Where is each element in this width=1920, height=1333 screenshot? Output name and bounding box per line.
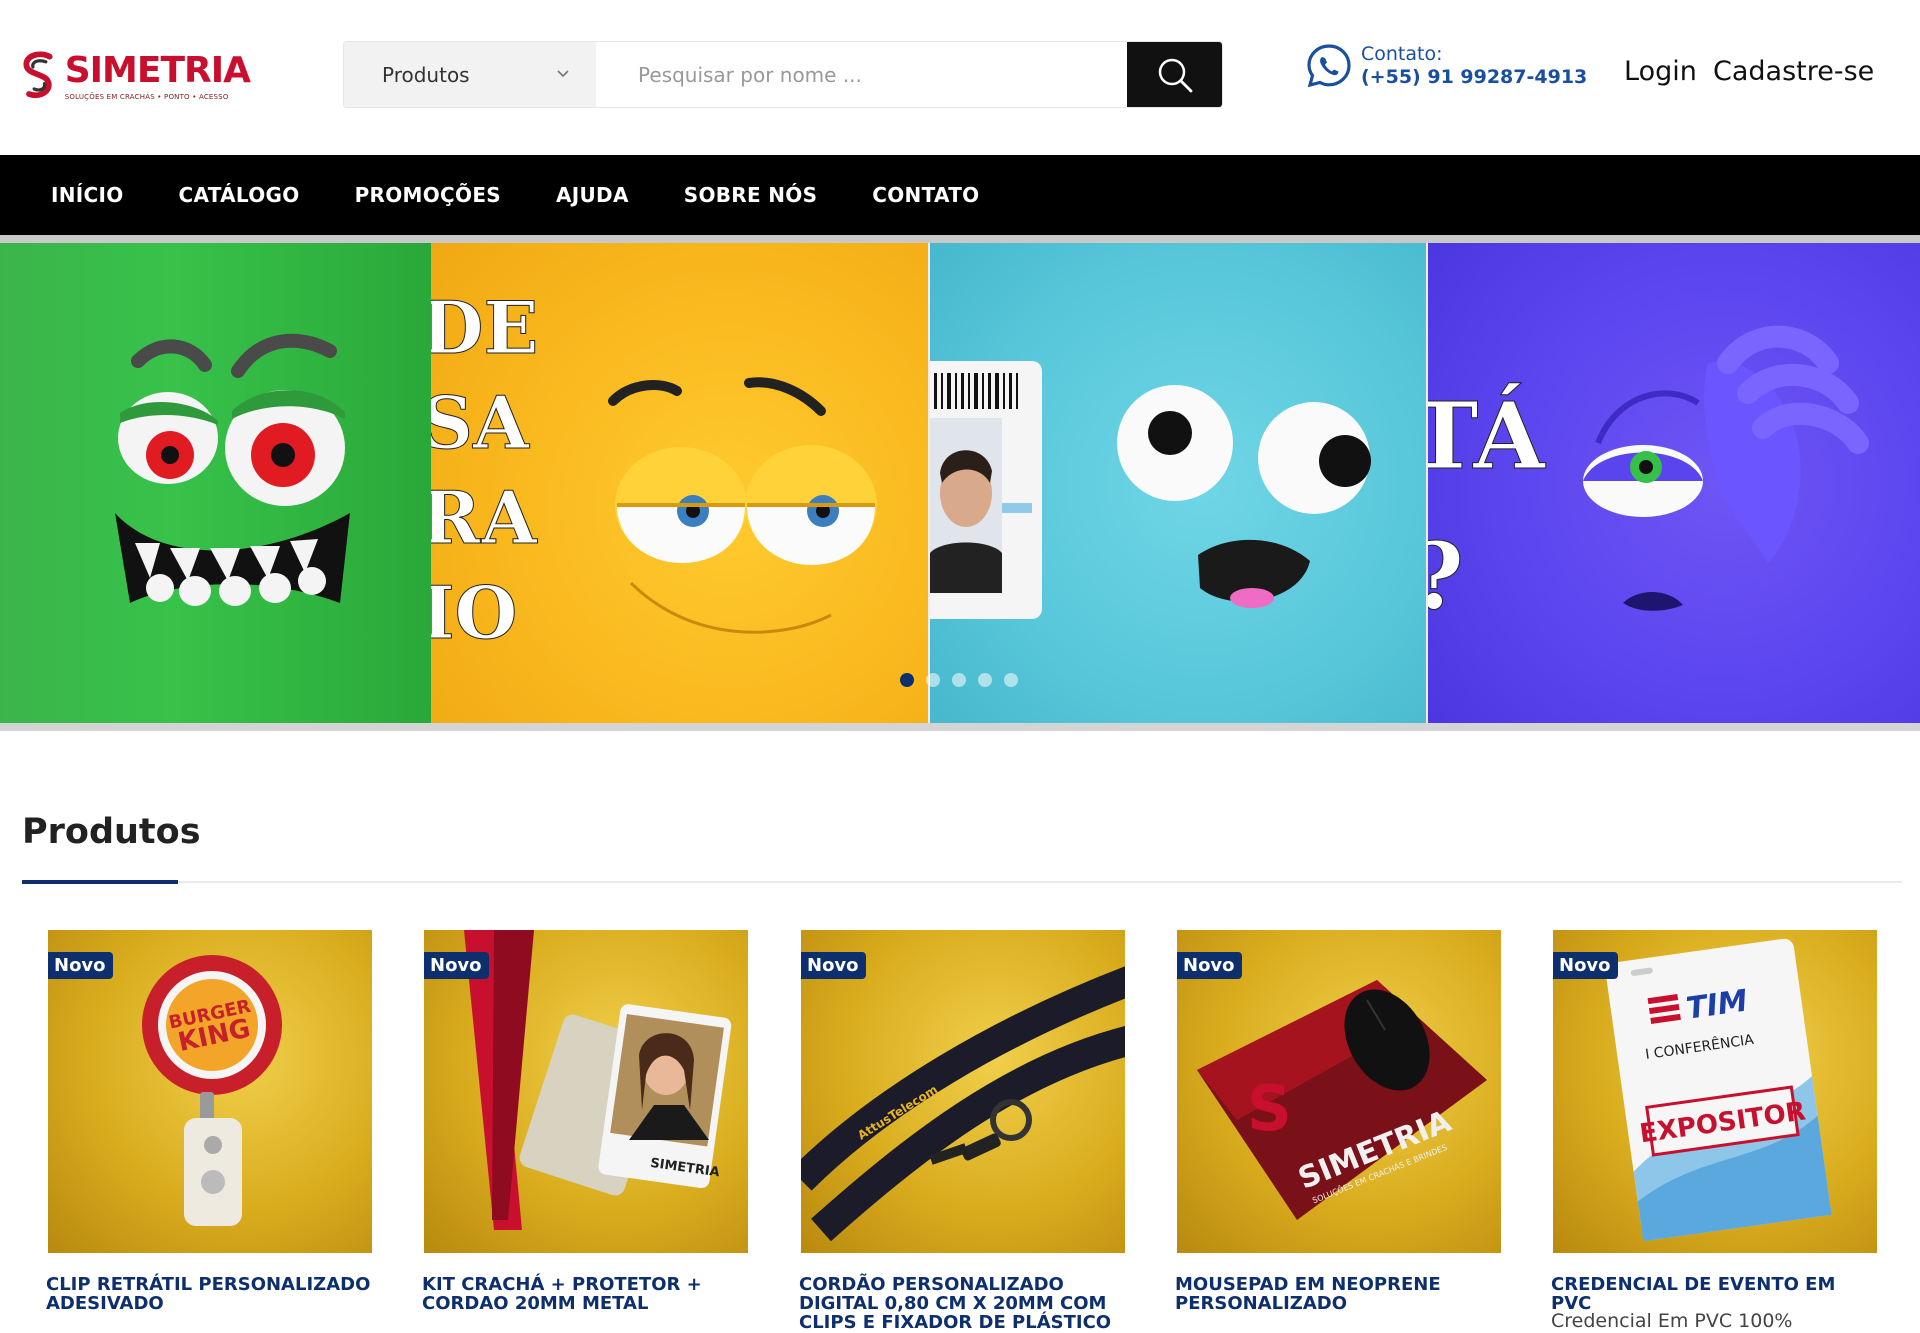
product-title[interactable]: CREDENCIAL DE EVENTO EM PVC (1551, 1275, 1881, 1313)
product-description: Credencial Em PVC 100% (1551, 1310, 1793, 1332)
search-category-select[interactable]: Produtos (344, 42, 596, 107)
signup-link[interactable]: Cadastre-se (1713, 56, 1874, 87)
new-badge: Novo (424, 952, 489, 979)
logo-name: SIMETRIA (64, 50, 251, 91)
product-image[interactable]: AttusTelecom Novo (801, 930, 1125, 1253)
product-image[interactable]: TIM I CONFERÊNCIA EXPOSITOR Novo (1553, 930, 1877, 1253)
logo-s-icon (23, 51, 53, 99)
product-card[interactable]: AttusTelecom Novo CORDÃO PERSONALIZADO D… (799, 930, 1125, 1332)
surprised-face-illustration (930, 361, 1371, 619)
new-badge: Novo (48, 952, 113, 979)
hero-yellow-word-3: RA (431, 475, 538, 560)
hero-panel-cyan (928, 243, 1426, 723)
product-image[interactable]: S SIMETRIA SOLUÇÕES EM CRACHÁS E BRINDES… (1177, 930, 1501, 1253)
nav-item-promocoes[interactable]: PROMOÇÕES (355, 183, 501, 207)
product-image[interactable]: BURGER KING Novo (48, 930, 372, 1253)
search-category-value: Produtos (382, 62, 470, 87)
carousel-dot-1[interactable] (900, 673, 914, 687)
new-badge: Novo (1553, 952, 1618, 979)
hero-panel-green (0, 243, 431, 723)
contact-label: Contato: (1361, 43, 1443, 65)
product-4-logo-letter: S (1247, 1072, 1292, 1145)
nav-item-ajuda[interactable]: AJUDA (556, 183, 629, 207)
section-divider (22, 881, 1902, 883)
nav-item-inicio[interactable]: INÍCIO (51, 183, 124, 207)
product-card[interactable]: TIM I CONFERÊNCIA EXPOSITOR Novo CREDENC… (1551, 930, 1877, 1332)
nav-item-contato[interactable]: CONTATO (872, 183, 979, 207)
carousel-dot-4[interactable] (978, 673, 992, 687)
site-header: SIMETRIA SOLUÇÕES EM CRACHÁS • PONTO • A… (0, 0, 1920, 155)
search-bar: Produtos (343, 41, 1223, 108)
product-card[interactable]: BURGER KING Novo CLIP RETRÁTIL PERSONALI… (46, 930, 372, 1313)
product-title[interactable]: CORDÃO PERSONALIZADO DIGITAL 0,80 CM X 2… (799, 1275, 1129, 1332)
hero-panel-purple: TÁ ? (1426, 243, 1920, 723)
search-button[interactable] (1127, 42, 1222, 107)
hero-yellow-word-1: DE (431, 285, 538, 370)
hero-panel-yellow: DE SA RA IO (431, 243, 928, 723)
section-accent-bar (22, 880, 178, 884)
carousel-dot-2[interactable] (926, 673, 940, 687)
product-title[interactable]: KIT CRACHÁ + PROTETOR + CORDAO 20MM META… (422, 1275, 752, 1313)
search-input[interactable] (596, 42, 1127, 107)
nav-item-catalogo[interactable]: CATÁLOGO (179, 183, 300, 207)
product-card[interactable]: S SIMETRIA SOLUÇÕES EM CRACHÁS E BRINDES… (1175, 930, 1501, 1313)
search-icon (1158, 58, 1192, 92)
hero-yellow-word-4: IO (431, 570, 517, 655)
site-logo[interactable]: SIMETRIA SOLUÇÕES EM CRACHÁS • PONTO • A… (20, 36, 251, 116)
carousel-dots (900, 673, 1030, 687)
nav-item-sobre-nos[interactable]: SOBRE NÓS (684, 183, 818, 207)
main-nav: INÍCIO CATÁLOGO PROMOÇÕES AJUDA SOBRE NÓ… (0, 155, 1920, 235)
product-title[interactable]: CLIP RETRÁTIL PERSONALIZADO ADESIVADO (46, 1275, 376, 1313)
hero-divider (0, 723, 1920, 731)
section-title-produtos: Produtos (22, 812, 201, 852)
angry-face-illustration (115, 333, 350, 606)
login-link[interactable]: Login (1624, 56, 1697, 87)
hero-carousel[interactable]: DE SA RA IO Á (0, 243, 1920, 723)
sleepy-face-illustration: DE SA RA IO (431, 285, 877, 656)
carousel-dot-5[interactable] (1004, 673, 1018, 687)
new-badge: Novo (801, 952, 866, 979)
chevron-down-icon (557, 70, 569, 78)
nav-divider (0, 235, 1920, 243)
new-badge: Novo (1177, 952, 1242, 979)
contact-phone: (+55) 91 99287-4913 (1361, 66, 1588, 88)
whatsapp-icon (1307, 44, 1351, 88)
hero-purple-word-1: TÁ (1428, 382, 1546, 490)
hero-purple-word-2: ? (1428, 522, 1464, 630)
product-card[interactable]: SIMETRIA Novo KIT CRACHÁ + PROTETOR + CO… (422, 930, 748, 1313)
contact-whatsapp[interactable]: Contato: (+55) 91 99287-4913 (1305, 42, 1587, 90)
facepalm-face-illustration: TÁ ? (1428, 325, 1869, 631)
hero-yellow-word-2: SA (431, 380, 530, 465)
carousel-dot-3[interactable] (952, 673, 966, 687)
logo-tagline: SOLUÇÕES EM CRACHÁS • PONTO • ACESSO (64, 93, 229, 101)
product-title[interactable]: MOUSEPAD EM NEOPRENE PERSONALIZADO (1175, 1275, 1505, 1313)
product-image[interactable]: SIMETRIA Novo (424, 930, 748, 1253)
